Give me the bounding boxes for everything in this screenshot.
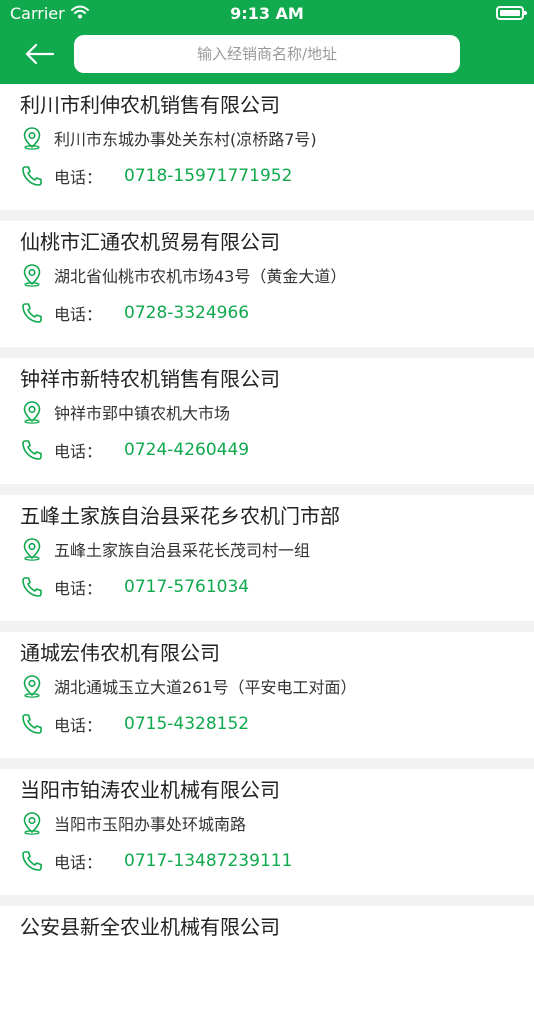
address-row: 当阳市玉阳办事处环城南路 [20,805,534,841]
location-pin-icon [20,674,44,698]
phone-row: 电话： 0724-4260449 [20,432,534,468]
phone-label: 电话： [54,168,103,187]
dealer-name: 通城宏伟农机有限公司 [20,641,220,665]
back-button[interactable] [20,38,60,70]
phone-icon [20,849,44,873]
dealer-phone-link[interactable]: 0717-13487239111 [124,851,292,871]
phone-icon [20,438,44,462]
location-pin-icon [20,537,44,561]
dealer-address: 钟祥市郢中镇农机大市场 [54,404,231,423]
clock: 9:13 AM [230,4,304,23]
back-arrow-icon [25,43,55,65]
dealer-name: 钟祥市新特农机销售有限公司 [20,367,280,391]
phone-label: 电话： [54,442,103,461]
dealer-card[interactable]: 利川市利伸农机销售有限公司 利川市东城办事处关东村(凉桥路7号) 电话： 071… [0,84,534,210]
dealer-card[interactable]: 公安县新全农业机械有限公司 [0,906,534,1032]
address-row: 钟祥市郢中镇农机大市场 [20,394,534,430]
dealer-list: 利川市利伸农机销售有限公司 利川市东城办事处关东村(凉桥路7号) 电话： 071… [0,84,534,1032]
phone-row: 电话： 0728-3324966 [20,295,534,331]
dealer-name: 利川市利伸农机销售有限公司 [20,93,280,117]
nav-bar [0,28,534,84]
phone-icon [20,712,44,736]
location-pin-icon [20,400,44,424]
phone-row: 电话： 0718-15971771952 [20,158,534,194]
phone-row: 电话： 0717-13487239111 [20,843,534,879]
dealer-name: 仙桃市汇通农机贸易有限公司 [20,230,280,254]
dealer-phone-link[interactable]: 0724-4260449 [124,440,249,460]
dealer-card[interactable]: 五峰土家族自治县采花乡农机门市部 五峰土家族自治县采花长茂司村一组 电话： 07… [0,495,534,621]
dealer-card[interactable]: 钟祥市新特农机销售有限公司 钟祥市郢中镇农机大市场 电话： 0724-42604… [0,358,534,484]
phone-row: 电话： 0715-4328152 [20,706,534,742]
address-row: 湖北通城玉立大道261号（平安电工对面） [20,668,534,704]
phone-label: 电话： [54,716,103,735]
dealer-phone-link[interactable]: 0715-4328152 [124,714,249,734]
dealer-name: 五峰土家族自治县采花乡农机门市部 [20,504,340,528]
dealer-name: 当阳市铂涛农业机械有限公司 [20,778,280,802]
phone-label: 电话： [54,853,103,872]
status-bar: Carrier 9:13 AM [0,0,534,28]
dealer-address: 利川市东城办事处关东村(凉桥路7号) [54,130,317,149]
address-row: 湖北省仙桃市农机市场43号（黄金大道） [20,257,534,293]
location-pin-icon [20,811,44,835]
dealer-address: 当阳市玉阳办事处环城南路 [54,815,247,834]
search-input[interactable] [74,35,460,73]
location-pin-icon [20,263,44,287]
phone-row: 电话： 0717-5761034 [20,569,534,605]
address-row: 五峰土家族自治县采花长茂司村一组 [20,531,534,567]
dealer-address: 五峰土家族自治县采花长茂司村一组 [54,541,311,560]
dealer-address: 湖北通城玉立大道261号（平安电工对面） [54,678,357,697]
phone-icon [20,575,44,599]
phone-icon [20,301,44,325]
dealer-card[interactable]: 通城宏伟农机有限公司 湖北通城玉立大道261号（平安电工对面） 电话： 0715… [0,632,534,758]
dealer-phone-link[interactable]: 0728-3324966 [124,303,249,323]
dealer-phone-link[interactable]: 0718-15971771952 [124,166,292,186]
phone-label: 电话： [54,305,103,324]
dealer-card[interactable]: 当阳市铂涛农业机械有限公司 当阳市玉阳办事处环城南路 电话： 0717-1348… [0,769,534,895]
location-pin-icon [20,126,44,150]
phone-icon [20,164,44,188]
dealer-name: 公安县新全农业机械有限公司 [20,915,280,939]
dealer-address: 湖北省仙桃市农机市场43号（黄金大道） [54,267,347,286]
dealer-card[interactable]: 仙桃市汇通农机贸易有限公司 湖北省仙桃市农机市场43号（黄金大道） 电话： 07… [0,221,534,347]
address-row: 利川市东城办事处关东村(凉桥路7号) [20,120,534,156]
battery-icon [496,6,527,20]
phone-label: 电话： [54,579,103,598]
top-bar: Carrier 9:13 AM [0,0,534,84]
dealer-phone-link[interactable]: 0717-5761034 [124,577,249,597]
